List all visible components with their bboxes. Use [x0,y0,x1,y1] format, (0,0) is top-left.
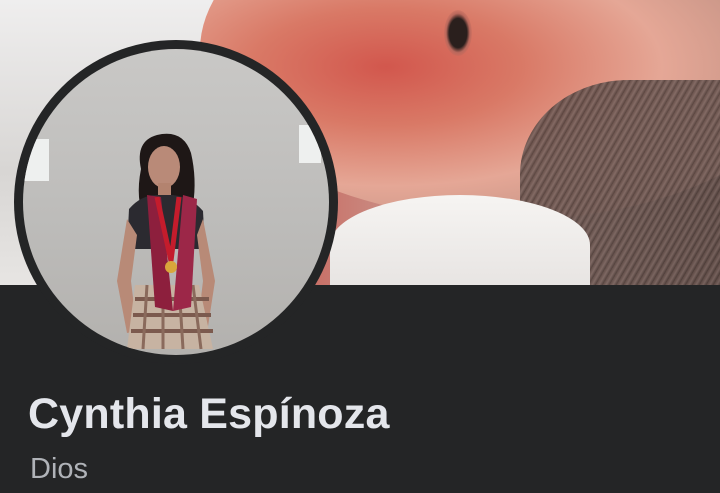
cover-blanket [330,195,590,285]
profile-bio: Dios [30,453,89,485]
profile-name: Cynthia Espínoza [28,390,390,438]
graduate-figure [117,133,215,350]
cover-baby-eye [444,10,472,56]
profile-photo[interactable] [23,49,329,355]
